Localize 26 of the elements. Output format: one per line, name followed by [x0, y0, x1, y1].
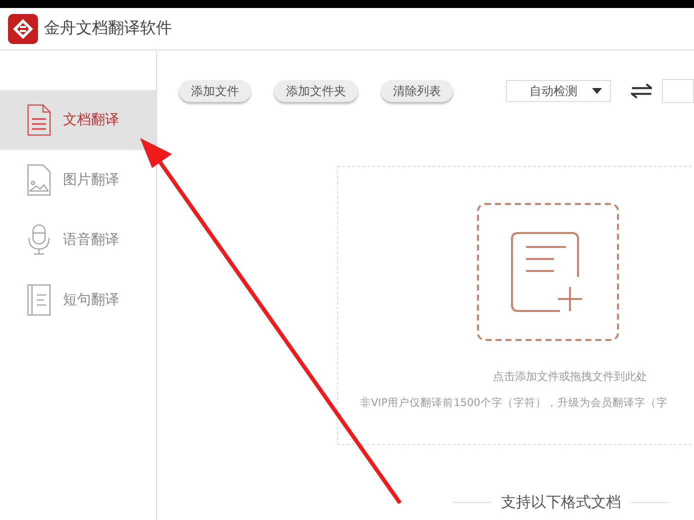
image-icon — [27, 164, 51, 196]
app-logo-icon — [8, 14, 38, 44]
window-title: 金舟文档翻译软件 — [44, 18, 172, 39]
notebook-icon — [27, 284, 51, 316]
sidebar-item-label: 文档翻译 — [63, 111, 119, 129]
microphone-icon — [27, 224, 51, 256]
sidebar-item-label: 语音翻译 — [63, 231, 119, 249]
drop-zone[interactable]: 点击添加文件或拖拽文件到此处 非VIP用户仅翻译前1500个字（字符），升级为会员翻译字（字 — [337, 166, 694, 445]
caret-icon — [592, 88, 602, 94]
toolbar-button[interactable]: 添加文件 — [179, 80, 251, 102]
sidebar-item-label: 短句翻译 — [63, 291, 119, 309]
swap-icon[interactable] — [630, 83, 652, 99]
source-language-dropdown[interactable]: 自动检测 — [506, 80, 611, 102]
sidebar-item[interactable]: 文档翻译 — [0, 90, 156, 150]
toolbar-button[interactable]: 添加文件夹 — [274, 80, 358, 102]
sidebar-item[interactable]: 图片翻译 — [0, 150, 156, 210]
formats-heading: 支持以下格式文档 — [501, 493, 621, 512]
sidebar-item[interactable]: 短句翻译 — [0, 270, 156, 330]
source-language-value: 自动检测 — [530, 82, 578, 100]
drop-hint-text: 点击添加文件或拖拽文件到此处 — [493, 369, 648, 384]
sidebar-item[interactable]: 语音翻译 — [0, 210, 156, 270]
add-file-area[interactable] — [477, 203, 619, 341]
vip-notice-text: 非VIP用户仅翻译前1500个字（字符），升级为会员翻译字（字 — [360, 396, 668, 410]
sidebar-item-label: 图片翻译 — [63, 171, 119, 189]
document-icon — [27, 104, 51, 136]
toolbar-button[interactable]: 清除列表 — [381, 80, 453, 102]
